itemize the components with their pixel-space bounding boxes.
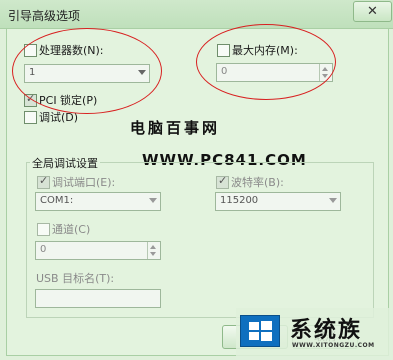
highlight-ellipse xyxy=(12,28,162,114)
close-icon: ✕ xyxy=(367,4,378,19)
watermark-site-name: 电脑百事网 xyxy=(130,119,221,137)
baud-rate-value: 115200 xyxy=(220,195,259,206)
baud-rate-select[interactable]: 115200 xyxy=(215,192,341,211)
spin-up-icon xyxy=(150,245,156,249)
spin-down-icon xyxy=(150,252,156,256)
usb-target-input[interactable] xyxy=(35,289,161,308)
chevron-down-icon xyxy=(329,198,337,203)
baud-rate-label: 波特率(B): xyxy=(231,176,284,189)
debug-port-checkbox[interactable] xyxy=(37,174,50,189)
debug-port-select[interactable]: COM1: xyxy=(35,192,161,211)
logo-text: 系统族 xyxy=(290,318,363,343)
debug-checkbox[interactable] xyxy=(24,111,37,124)
window-title: 引导高级选项 xyxy=(8,9,81,23)
debug-port-label: 调试端口(E): xyxy=(52,176,116,189)
highlight-ellipse xyxy=(196,24,336,100)
global-debug-title: 全局调试设置 xyxy=(30,155,100,171)
windows-logo-icon xyxy=(240,315,280,347)
usb-target-label: USB 目标名(T): xyxy=(36,272,115,285)
debug-port-value: COM1: xyxy=(40,195,74,206)
baud-rate-checkbox[interactable] xyxy=(216,174,229,189)
channel-label: 通道(C) xyxy=(52,223,91,236)
close-button[interactable]: ✕ xyxy=(353,1,392,22)
logo-url: WWW.XITONGZU.COM xyxy=(292,342,375,349)
channel-checkbox[interactable] xyxy=(37,223,50,236)
chevron-down-icon xyxy=(149,198,157,203)
channel-spinner[interactable]: 0 xyxy=(35,241,161,260)
channel-value: 0 xyxy=(40,244,47,255)
spinner-buttons[interactable] xyxy=(147,242,160,259)
